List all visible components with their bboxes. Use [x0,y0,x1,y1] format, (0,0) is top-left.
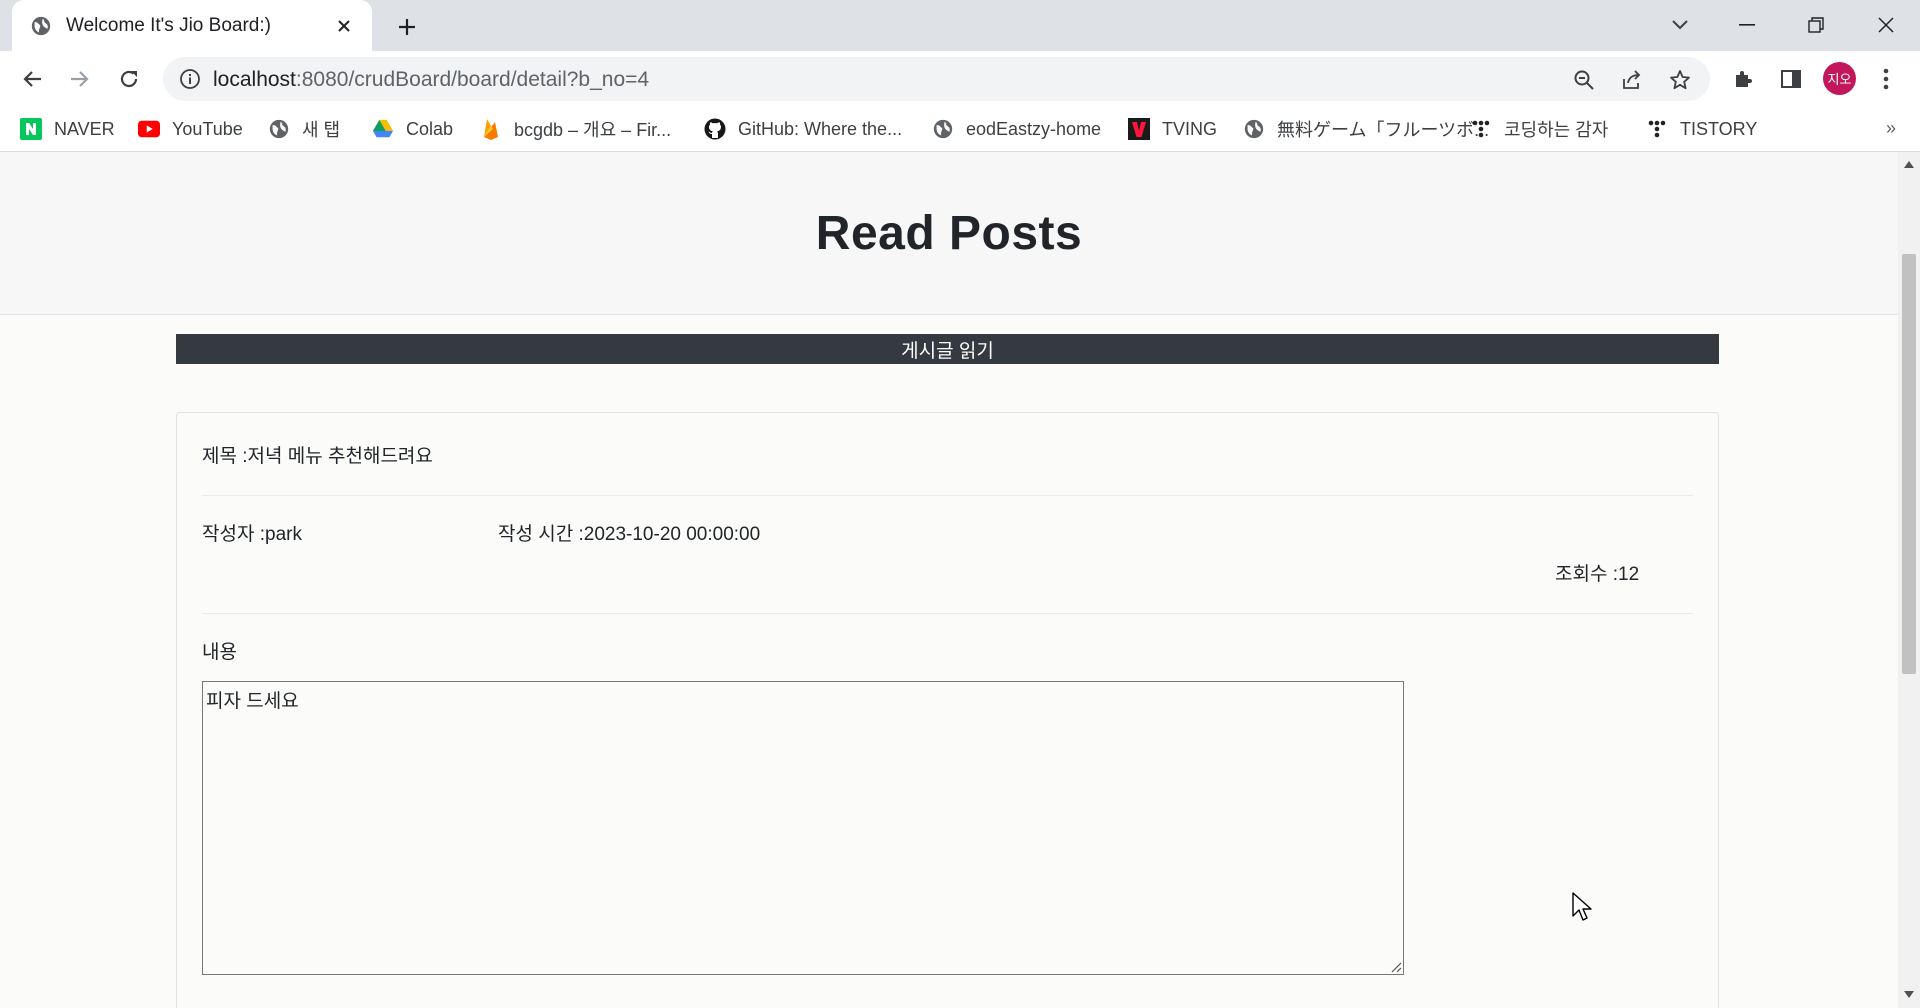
mouse-cursor-icon [1572,892,1592,921]
tistory-icon [1646,118,1668,140]
bookmarks-bar: NAVER YouTube 새 탭 Colab bcgdb – 개요 – Fir… [0,106,1920,152]
browser-tab[interactable]: Welcome It's Jio Board:) [12,0,372,51]
section-header: 게시글 읽기 [176,334,1719,364]
bookmark-youtube[interactable]: YouTube [138,116,243,142]
globe-icon [268,118,290,140]
bookmark-tving[interactable]: TVING [1128,116,1217,142]
bookmark-github[interactable]: GitHub: Where the... [704,116,902,142]
time-row: 작성 시간 :2023-10-20 00:00:00 [498,519,760,546]
page-viewport: Read Posts 게시글 읽기 제목 :저녁 메뉴 추천해드려요 작성자 :… [0,152,1898,1008]
back-button[interactable] [16,63,48,95]
globe-icon [932,118,954,140]
bookmark-label: Colab [406,118,454,139]
zoom-icon[interactable] [1571,67,1597,93]
extensions-icon[interactable] [1727,63,1759,95]
post-card: 제목 :저녁 메뉴 추천해드려요 작성자 :park 작성 시간 :2023-1… [176,412,1719,1008]
divider [202,613,1693,614]
page-title: Read Posts [815,206,1083,260]
reload-button[interactable] [113,63,145,95]
bookmark-label: YouTube [172,118,243,139]
page-header: Read Posts [0,152,1898,315]
bookmark-label: TISTORY [1680,118,1758,139]
tab-strip: Welcome It's Jio Board:) [0,0,1920,51]
profile-avatar[interactable]: 지오 [1823,62,1856,95]
author-row: 작성자 :park [202,519,302,546]
scroll-up-icon[interactable] [1903,158,1915,170]
content-textarea[interactable]: 피자 드세요 [202,681,1404,975]
bookmark-label: 無料ゲーム「フルーツボ... [1277,120,1490,140]
bookmark-label: GitHub: Where the... [738,118,903,139]
views-value: 12 [1618,564,1640,585]
bookmark-label: TVING [1162,118,1218,139]
more-bookmarks-button[interactable]: » [1886,118,1896,139]
bookmark-label: eodEastzy-home [966,118,1102,139]
views-row: 조회수 :12 [1555,559,1639,586]
bookmark-label: bcgdb – 개요 – Fir... [514,120,672,140]
subject-value: 저녁 메뉴 추천해드려요 [247,446,433,467]
new-tab-button[interactable] [392,12,422,42]
close-window-button[interactable] [1866,8,1906,42]
bookmark-label: NAVER [54,118,115,139]
bookmark-star-icon[interactable] [1667,67,1693,93]
time-label: 작성 시간 : [498,524,584,545]
vertical-scrollbar[interactable] [1898,152,1920,1008]
address-bar[interactable]: localhost:8080/crudBoard/board/detail?b_… [163,57,1710,101]
subject-row: 제목 :저녁 메뉴 추천해드려요 [202,441,433,468]
content-label: 내용 [202,642,237,663]
content-text: 피자 드세요 [206,691,299,712]
youtube-icon [138,118,160,140]
firebase-icon [480,118,502,140]
url-text[interactable]: localhost:8080/crudBoard/board/detail?b_… [213,68,649,92]
close-tab-icon[interactable] [332,14,356,38]
restore-button[interactable] [1796,8,1836,42]
tab-title: Welcome It's Jio Board:) [66,14,271,36]
divider [202,495,1693,496]
bookmark-eodeastzy[interactable]: eodEastzy-home [932,116,1101,142]
subject-label: 제목 : [202,446,248,467]
share-icon[interactable] [1619,67,1645,93]
url-host: localhost [213,68,296,91]
tving-icon [1128,118,1150,140]
scrollbar-thumb[interactable] [1902,254,1916,674]
resize-grip-icon[interactable] [1388,959,1402,973]
bookmark-fruits-game[interactable]: 無料ゲーム「フルーツボ... [1243,116,1489,142]
bookmark-coding-potato[interactable]: 코딩하는 감자 [1470,116,1608,142]
time-value: 2023-10-20 00:00:00 [583,524,761,545]
globe-icon [1243,118,1265,140]
bookmark-label: 새 탭 [302,120,341,140]
bookmark-label: 코딩하는 감자 [1504,120,1609,140]
side-panel-icon[interactable] [1775,63,1807,95]
info-icon[interactable] [179,68,201,90]
bookmark-tistory[interactable]: TISTORY [1646,116,1757,142]
github-icon [704,118,726,140]
bookmark-naver[interactable]: NAVER [20,116,115,142]
tistory-icon [1470,118,1492,140]
menu-kebab-icon[interactable] [1870,63,1902,95]
minimize-button[interactable] [1727,8,1767,42]
bookmark-firebase[interactable]: bcgdb – 개요 – Fir... [480,116,671,142]
globe-icon [31,16,51,35]
author-value: park [265,524,302,545]
bookmark-colab[interactable]: Colab [372,116,453,142]
bookmark-new-tab[interactable]: 새 탭 [268,116,340,142]
drive-icon [372,118,394,140]
views-label: 조회수 : [1555,564,1618,585]
tab-search-chevron-down-icon[interactable] [1660,8,1700,42]
forward-button[interactable] [64,63,96,95]
author-label: 작성자 : [202,524,265,545]
url-path: :8080/crudBoard/board/detail?b_no=4 [295,68,650,91]
scroll-down-icon[interactable] [1903,988,1915,1000]
naver-icon [20,118,42,140]
browser-toolbar: localhost:8080/crudBoard/board/detail?b_… [0,51,1920,106]
